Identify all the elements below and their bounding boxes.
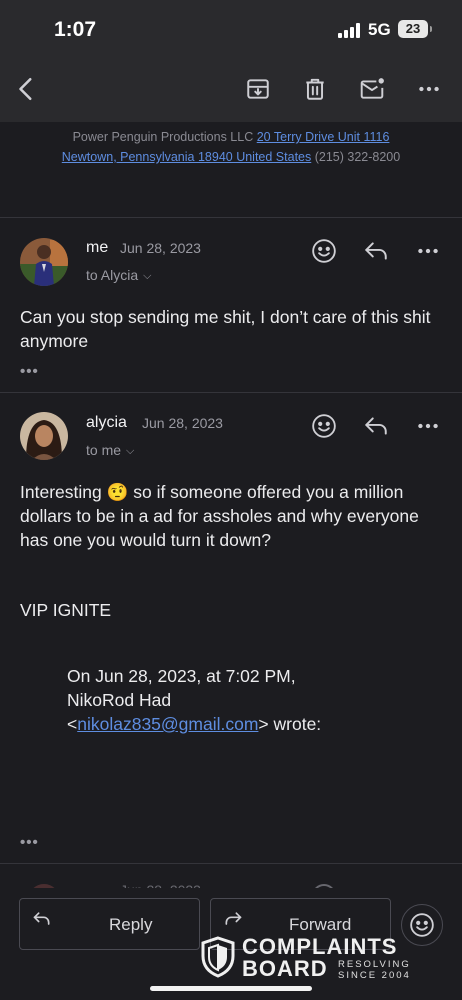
message-more-button[interactable] <box>412 410 444 442</box>
recipient-toggle[interactable]: to Alycia ⌵ <box>86 267 151 284</box>
reply-label: Reply <box>109 915 153 934</box>
reply-message-button[interactable] <box>360 235 392 267</box>
shield-icon <box>201 936 235 978</box>
message-signature: VIP IGNITE <box>20 600 112 620</box>
chevron-down-icon: ⌵ <box>143 270 152 282</box>
address-line-2: Newtown, Pennsylvania 18940 United State… <box>0 150 462 164</box>
mark-unread-button[interactable] <box>355 72 389 106</box>
ellipsis-icon <box>418 248 438 254</box>
archive-button[interactable] <box>241 72 275 106</box>
forward-arrow-icon <box>225 912 242 925</box>
quote-header: On Jun 28, 2023, at 7:02 PM, NikoRod Had… <box>67 664 437 736</box>
message-date: Jun 28, 2023 <box>142 415 223 431</box>
mail-toolbar <box>0 58 462 122</box>
chevron-down-icon: ⌵ <box>126 445 135 457</box>
message-body: Can you stop sending me shit, I don’t ca… <box>20 307 431 351</box>
chevron-left-icon <box>19 77 32 101</box>
status-bar: 1:07 5G 23 <box>0 0 462 58</box>
network-type: 5G <box>368 20 391 39</box>
phone-number[interactable]: (215) 322-8200 <box>315 150 400 164</box>
reply-button[interactable]: Reply <box>19 898 200 950</box>
ellipsis-icon <box>418 423 438 429</box>
message-more-button[interactable] <box>412 235 444 267</box>
react-button[interactable] <box>308 410 340 442</box>
quote-wrote: wrote: <box>273 714 322 734</box>
quote-line-3: <nikolaz835@gmail.com> wrote: <box>67 714 322 734</box>
watermark-logo: COMPLAINTS BOARD RESOLVING SINCE 2004 <box>200 934 420 982</box>
email-link[interactable]: nikolaz835@gmail.com <box>77 714 258 734</box>
reply-arrow-icon <box>365 242 387 260</box>
message-item: alycia Jun 28, 2023 to me ⌵ Interesting 🤨… <box>0 394 462 864</box>
address-link-1[interactable]: 20 Terry Drive Unit 1116 <box>257 130 390 144</box>
show-quoted-button[interactable]: ••• <box>20 834 39 851</box>
ellipsis-icon <box>419 86 439 92</box>
watermark-line-2: BOARD <box>242 956 328 981</box>
smiley-icon <box>312 414 336 438</box>
smiley-icon <box>312 239 336 263</box>
address-line-1: Power Penguin Productions LLC 20 Terry D… <box>0 130 462 144</box>
avatar <box>20 238 68 286</box>
signature-footer: Power Penguin Productions LLC 20 Terry D… <box>0 122 462 218</box>
reply-arrow-icon <box>33 912 50 925</box>
battery-icon: 23 <box>398 20 432 38</box>
back-button[interactable] <box>10 72 44 106</box>
home-indicator[interactable] <box>150 986 312 991</box>
react-button[interactable] <box>308 235 340 267</box>
company-name: Power Penguin Productions LLC <box>72 130 254 144</box>
message-item: me Jun 28, 2023 to Alycia ⌵ Can you stop … <box>0 219 462 393</box>
message-date: Jun 28, 2023 <box>120 240 201 256</box>
reply-arrow-icon <box>365 417 387 435</box>
delete-button[interactable] <box>298 72 332 106</box>
quote-line-2: NikoRod Had <box>67 690 172 710</box>
more-button[interactable] <box>412 72 446 106</box>
watermark-tag-1: RESOLVING <box>338 959 411 970</box>
recipient-label: to Alycia <box>86 267 139 283</box>
envelope-badge-icon <box>360 78 384 99</box>
forward-label: Forward <box>289 915 352 934</box>
recipient-label: to me <box>86 442 122 458</box>
recipient-toggle[interactable]: to me ⌵ <box>86 442 134 459</box>
signal-icon <box>338 22 362 38</box>
sender-name: alycia <box>86 414 127 431</box>
archive-box-icon <box>247 79 269 99</box>
show-quoted-button[interactable]: ••• <box>20 363 39 380</box>
message-body: Interesting 🤨 so if someone offered you … <box>20 482 419 550</box>
watermark-tag-2: SINCE 2004 <box>338 970 411 981</box>
avatar <box>20 412 68 460</box>
clock: 1:07 <box>54 18 97 41</box>
trash-icon <box>306 78 324 100</box>
sender-name: me <box>86 239 109 256</box>
reply-message-button[interactable] <box>360 410 392 442</box>
address-link-2[interactable]: Newtown, Pennsylvania 18940 United State… <box>62 150 311 164</box>
quote-line-1: On Jun 28, 2023, at 7:02 PM, <box>67 666 296 686</box>
